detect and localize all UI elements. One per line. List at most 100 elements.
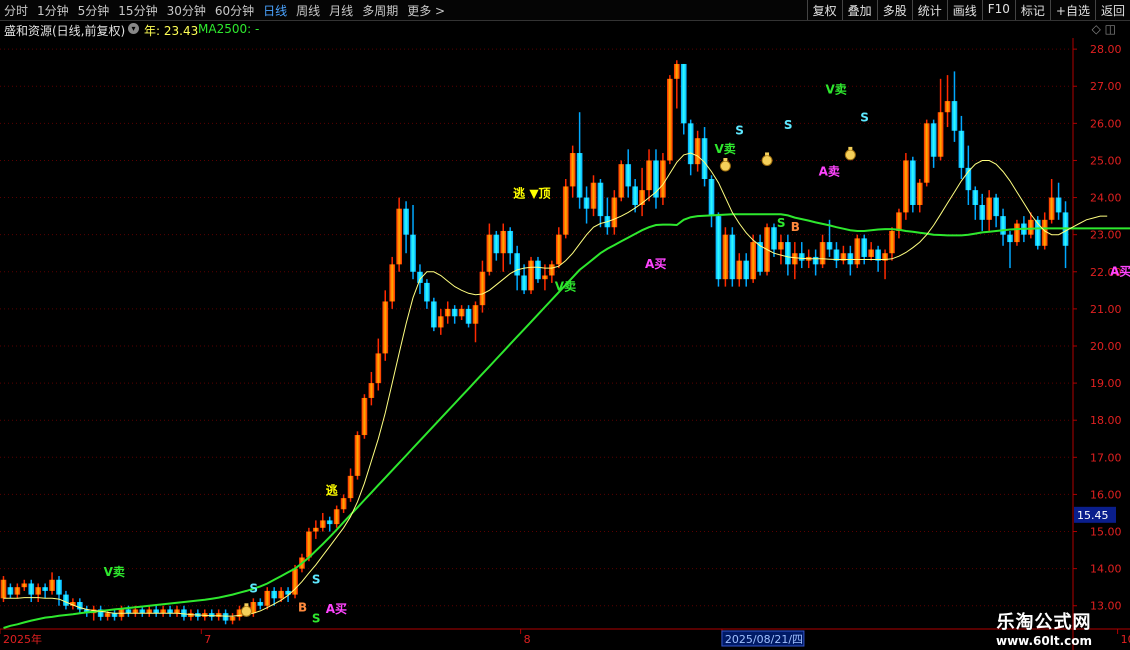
candle-body bbox=[916, 182, 923, 205]
ma-short-line bbox=[3, 152, 1108, 617]
candle-body bbox=[868, 249, 875, 257]
y-tick-label: 17.00 bbox=[1090, 451, 1122, 464]
candle-body bbox=[0, 579, 7, 599]
signal-label: V卖 bbox=[555, 278, 576, 293]
x-tick-label: 7 bbox=[204, 633, 211, 646]
candle-body bbox=[375, 353, 382, 384]
y-tick-label: 23.00 bbox=[1090, 229, 1122, 242]
y-tick-label: 27.00 bbox=[1090, 80, 1122, 93]
candle-body bbox=[1055, 197, 1062, 213]
candle-body bbox=[229, 616, 236, 621]
signal-label: A买 bbox=[645, 257, 666, 271]
money-bag-icon bbox=[844, 149, 856, 161]
signal-label: S bbox=[784, 118, 793, 132]
candle-body bbox=[132, 609, 139, 614]
signal-label: S bbox=[735, 123, 744, 137]
x-tick-label: 2025/08/21/四 bbox=[725, 633, 803, 646]
candle-body bbox=[875, 249, 881, 261]
signal-label: S bbox=[312, 611, 321, 625]
candle-body bbox=[535, 260, 541, 280]
candle-body bbox=[486, 234, 493, 272]
candle-body bbox=[222, 613, 229, 621]
candle-body bbox=[444, 308, 451, 317]
money-bag-icon bbox=[240, 605, 252, 617]
candle-body bbox=[437, 316, 444, 328]
candle-body bbox=[514, 253, 520, 276]
candle-body bbox=[1027, 219, 1034, 235]
candle-body bbox=[701, 138, 708, 180]
signal-label: S bbox=[312, 572, 321, 586]
watermark-title: 乐淘公式网 bbox=[996, 612, 1092, 633]
candle-body bbox=[889, 230, 895, 254]
candle-body bbox=[278, 590, 284, 599]
candle-body bbox=[472, 305, 479, 324]
candle-body bbox=[576, 153, 583, 198]
signal-label: S bbox=[249, 582, 258, 596]
y-tick-label: 15.00 bbox=[1090, 526, 1122, 539]
y-tick-label: 13.00 bbox=[1090, 600, 1122, 613]
candle-body bbox=[555, 234, 562, 265]
candle-body bbox=[923, 123, 930, 183]
candle-body bbox=[153, 609, 160, 614]
signal-label: V卖 bbox=[104, 564, 125, 579]
y-tick-label: 14.00 bbox=[1090, 563, 1122, 576]
candle-body bbox=[14, 587, 21, 595]
signal-label: S bbox=[777, 216, 786, 230]
y-tick-label: 18.00 bbox=[1090, 414, 1122, 427]
candle-body bbox=[951, 101, 958, 131]
candle-body bbox=[694, 138, 701, 165]
candle-body bbox=[257, 602, 264, 606]
candle-body bbox=[63, 594, 69, 606]
candle-body bbox=[785, 242, 791, 265]
candle-body bbox=[798, 253, 805, 261]
candle-body bbox=[597, 182, 604, 217]
candle-body bbox=[479, 271, 486, 306]
candle-body bbox=[611, 197, 618, 228]
candlestick-chart[interactable]: 13.00 14.00 15.00 16.00 17.00 18.00 19.00 20.00… bbox=[0, 0, 1130, 650]
candle-body bbox=[625, 164, 632, 187]
candle-body bbox=[111, 613, 118, 617]
signal-label: 逃 ▼顶 bbox=[513, 186, 550, 201]
candle-body bbox=[389, 264, 396, 302]
y-tick-label: 25.00 bbox=[1090, 154, 1122, 167]
candle-body bbox=[125, 609, 132, 614]
candle-body bbox=[708, 179, 715, 217]
candle-body bbox=[743, 260, 750, 280]
candle-body bbox=[354, 435, 361, 476]
candle-body bbox=[146, 609, 153, 614]
money-bag-icon bbox=[719, 160, 731, 172]
signal-label: A卖 bbox=[819, 163, 840, 178]
candle-body bbox=[930, 123, 937, 157]
candle-body bbox=[583, 197, 590, 209]
y-tick-label: 19.00 bbox=[1090, 377, 1122, 390]
candle-body bbox=[465, 308, 472, 324]
x-tick-label: 2025年 bbox=[3, 632, 42, 646]
y-tick-label: 21.00 bbox=[1090, 303, 1122, 316]
candle-body bbox=[160, 609, 166, 614]
candle-body bbox=[7, 587, 14, 595]
money-bag-tie bbox=[848, 146, 853, 150]
candle-body bbox=[326, 520, 333, 525]
candle-body bbox=[333, 509, 340, 525]
candle-body bbox=[319, 520, 326, 528]
candle-body bbox=[139, 609, 146, 614]
signal-label: S bbox=[860, 110, 869, 124]
candle-body bbox=[104, 613, 111, 617]
candle-body bbox=[1000, 216, 1006, 235]
candle-body bbox=[42, 587, 48, 591]
candle-body bbox=[771, 227, 777, 250]
candle-body bbox=[167, 609, 173, 614]
candle-body bbox=[507, 230, 514, 254]
candle-body bbox=[618, 164, 625, 198]
signal-label: V卖 bbox=[714, 141, 735, 156]
candle-body bbox=[361, 397, 368, 436]
candle-body bbox=[382, 301, 389, 354]
candle-body bbox=[1048, 197, 1055, 220]
candle-body bbox=[854, 238, 861, 265]
candle-body bbox=[562, 186, 569, 235]
candle-body bbox=[174, 609, 180, 614]
candle-body bbox=[410, 234, 416, 272]
y-tick-label: 20.00 bbox=[1090, 340, 1122, 353]
signal-label: A买 bbox=[1110, 264, 1130, 278]
candle-body bbox=[56, 579, 62, 595]
